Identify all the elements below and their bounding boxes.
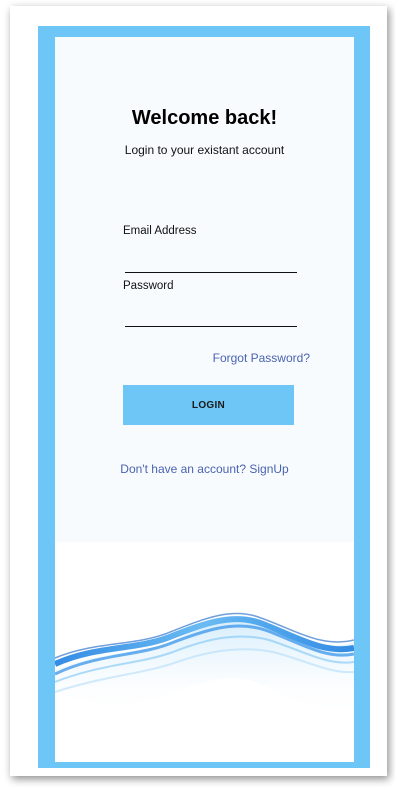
wave-decoration xyxy=(55,542,354,762)
email-label: Email Address xyxy=(123,225,197,237)
page-subtitle: Login to your existant account xyxy=(124,143,285,157)
forgot-password-link[interactable]: Forgot Password? xyxy=(213,351,310,365)
password-label: Password xyxy=(123,280,174,292)
email-field[interactable] xyxy=(125,254,297,273)
page-title: Welcome back! xyxy=(131,107,278,129)
password-field[interactable] xyxy=(125,308,297,327)
signup-link[interactable]: Don't have an account? SignUp xyxy=(55,462,354,476)
login-screen: Welcome back! Login to your existant acc… xyxy=(55,37,354,762)
wave-graphic xyxy=(55,612,354,717)
login-button[interactable]: LOGIN xyxy=(123,385,294,425)
